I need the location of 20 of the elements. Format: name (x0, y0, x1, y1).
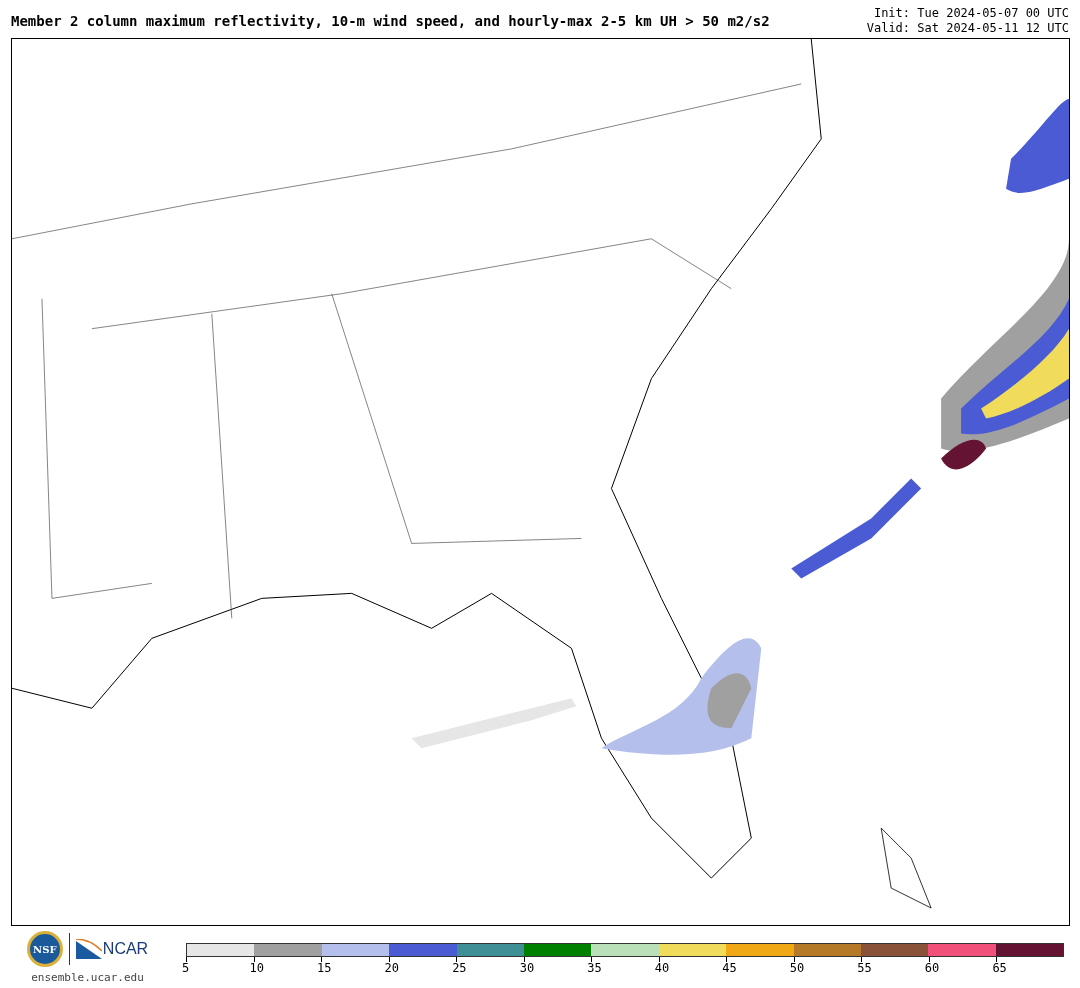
nsf-logo: NSF (26, 931, 63, 967)
tick-label: 60 (924, 962, 940, 974)
tick-label: 50 (789, 962, 805, 974)
website-url: ensemble.ucar.edu (31, 970, 144, 986)
tick-label: 65 (992, 962, 1007, 974)
tick-label: 30 (519, 962, 535, 974)
plot-title: Member 2 column maximum reflectivity, 10-m wind speed, and hourly-max 2-5 km UH > 50 m2/s2 (11, 14, 770, 28)
tick-label: 10 (249, 962, 264, 974)
init-time: Init: Tue 2024-05-07 00 UTC (873, 6, 1069, 21)
tick-label: 20 (384, 962, 400, 974)
tick-label: 45 (722, 962, 737, 974)
tick-label: 40 (654, 962, 670, 974)
tick-label: 35 (587, 962, 602, 974)
tick-label: 55 (857, 962, 872, 974)
tick-label: 15 (317, 962, 332, 974)
valid-time: Valid: Sat 2024-05-11 12 UTC (866, 21, 1069, 36)
ncar-wordmark: NCAR (102, 941, 149, 957)
tick-label: 5 (182, 962, 190, 974)
tick-label: 25 (452, 962, 467, 974)
ncar-mark-icon (75, 939, 102, 959)
